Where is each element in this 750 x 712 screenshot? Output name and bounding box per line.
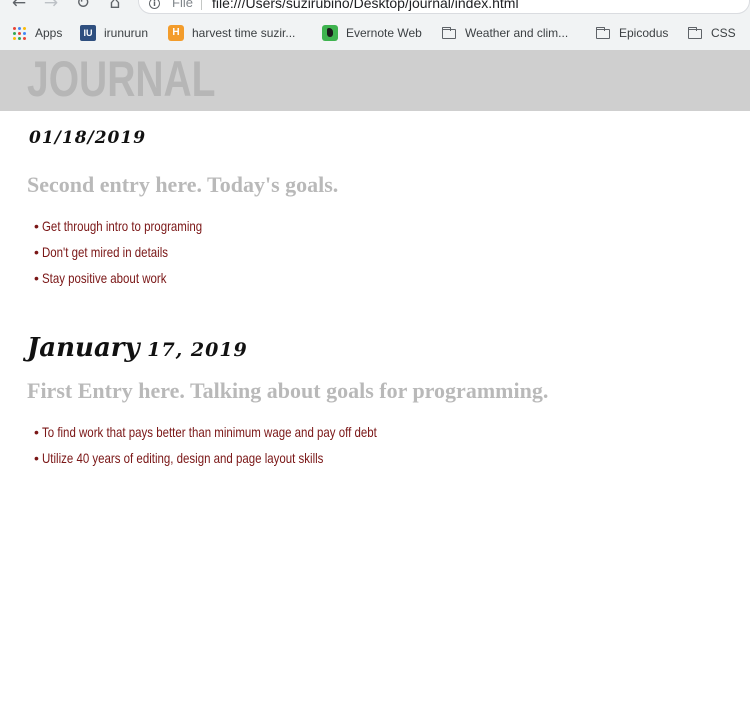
- bookmark-irunurun[interactable]: IU irunurun: [80, 25, 148, 41]
- browser-chrome: ← → ↻ ⌂ i File file:///Users/suzirubino/…: [0, 0, 750, 50]
- bookmark-apps[interactable]: Apps: [11, 25, 62, 41]
- goal-item: • To find work that pays better than mini…: [34, 421, 450, 447]
- address-bar[interactable]: i File file:///Users/suzirubino/Desktop/…: [138, 0, 750, 14]
- address-scheme-label: File: [172, 0, 193, 10]
- browser-toolbar: ← → ↻ ⌂ i File file:///Users/suzirubino/…: [0, 0, 750, 14]
- folder-icon: [595, 25, 611, 41]
- site-title: JOURNAL: [27, 51, 216, 107]
- goal-item: • Utilize 40 years of editing, design and…: [34, 447, 450, 473]
- bookmark-label: CSS: [711, 26, 736, 40]
- site-header: JOURNAL: [0, 50, 750, 111]
- bookmark-label: Epicodus: [619, 26, 669, 40]
- goal-item: • Stay positive about work: [34, 267, 237, 293]
- entry-heading: First Entry here. Talking about goals fo…: [27, 378, 549, 403]
- goal-list: • Get through intro to programing • Don't …: [34, 215, 237, 293]
- goal-item: • Get through intro to programing: [34, 215, 237, 241]
- bookmark-evernote[interactable]: Evernote Web: [322, 25, 422, 41]
- reload-icon[interactable]: ↻: [74, 0, 92, 12]
- url-text[interactable]: file:///Users/suzirubino/Desktop/journal…: [212, 0, 519, 10]
- bookmark-label: Weather and clim...: [465, 26, 569, 40]
- bookmark-weather[interactable]: Weather and clim...: [441, 25, 568, 41]
- folder-icon: [441, 25, 457, 41]
- entry-date-day-year: 17, 2019: [139, 339, 248, 361]
- apps-grid-icon: [11, 25, 27, 41]
- goal-text: Utilize 40 years of editing, design and …: [42, 450, 324, 466]
- goal-item: • Don't get mired in details: [34, 241, 237, 267]
- home-icon[interactable]: ⌂: [106, 0, 124, 12]
- goal-text: Stay positive about work: [42, 270, 167, 286]
- entry-date: 01/18/2019: [29, 128, 147, 148]
- goal-text: Get through intro to programing: [42, 218, 203, 234]
- bookmark-harvest[interactable]: H harvest time suzir...: [168, 25, 295, 41]
- bookmark-label: Apps: [35, 26, 63, 40]
- address-divider: [201, 0, 202, 10]
- forward-arrow-icon[interactable]: →: [42, 0, 60, 12]
- entry-date-month: January: [27, 333, 140, 363]
- back-arrow-icon[interactable]: ←: [10, 0, 28, 12]
- harvest-icon: H: [168, 25, 184, 41]
- irunurun-icon: IU: [80, 25, 96, 41]
- goal-list: • To find work that pays better than mini…: [34, 421, 450, 473]
- bookmark-label: Evernote Web: [346, 26, 422, 40]
- goal-text: Don't get mired in details: [42, 244, 168, 260]
- bookmarks-bar: Apps IU irunurun H harvest time suzir...…: [0, 20, 750, 46]
- goal-text: To find work that pays better than minim…: [42, 424, 377, 440]
- entry-date: January 17, 2019: [27, 331, 248, 367]
- bookmark-label: harvest time suzir...: [192, 26, 296, 40]
- entry-heading: Second entry here. Today's goals.: [27, 172, 339, 197]
- bookmark-epicodus[interactable]: Epicodus: [595, 25, 668, 41]
- bookmark-label: irunurun: [104, 26, 149, 40]
- evernote-icon: [322, 25, 338, 41]
- folder-icon: [687, 25, 703, 41]
- bookmark-css[interactable]: CSS: [687, 25, 736, 41]
- info-icon[interactable]: i: [149, 0, 160, 9]
